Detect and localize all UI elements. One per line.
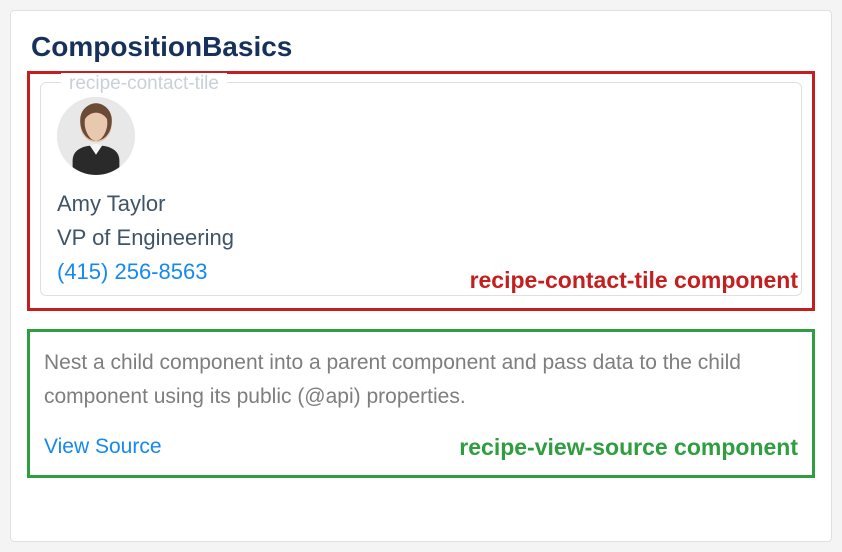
green-annotation-label: recipe-view-source component (459, 434, 798, 461)
card-title: CompositionBasics (31, 31, 811, 63)
contact-tile-legend: recipe-contact-tile (61, 73, 227, 95)
avatar-image (57, 97, 135, 175)
component-description: Nest a child component into a parent com… (44, 346, 798, 413)
composition-basics-card: CompositionBasics recipe-contact-tile Am… (10, 10, 832, 542)
contact-avatar (57, 97, 135, 175)
contact-name: Amy Taylor (57, 191, 785, 217)
contact-tile-annotation-box: recipe-contact-tile Amy Taylor VP of Eng… (27, 71, 815, 311)
contact-phone-link[interactable]: (415) 256-8563 (57, 259, 207, 285)
red-annotation-label: recipe-contact-tile component (470, 267, 798, 294)
contact-job-title: VP of Engineering (57, 225, 785, 251)
contact-tile-fieldset: recipe-contact-tile Amy Taylor VP of Eng… (40, 82, 802, 296)
view-source-annotation-box: Nest a child component into a parent com… (27, 329, 815, 478)
view-source-link[interactable]: View Source (44, 435, 162, 459)
